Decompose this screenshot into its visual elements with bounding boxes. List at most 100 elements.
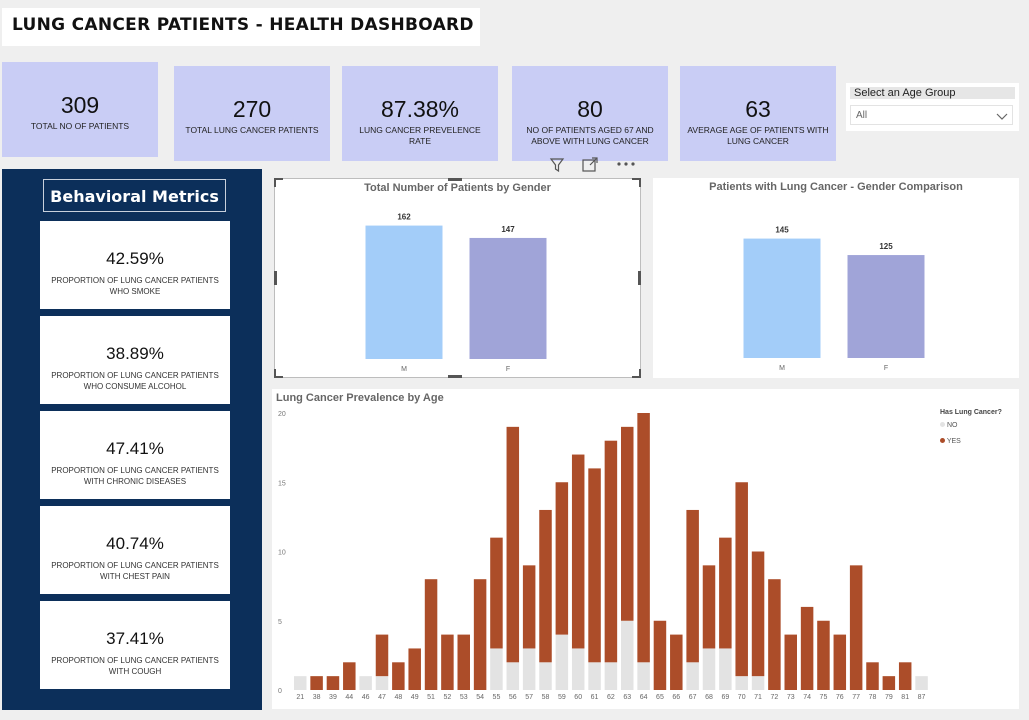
- lung-cancer-gender-panel[interactable]: Patients with Lung Cancer - Gender Compa…: [653, 178, 1019, 378]
- bar-yes-age-79: [882, 676, 896, 690]
- x-tick-label: 68: [705, 694, 713, 701]
- x-tick-label: 53: [460, 694, 468, 701]
- x-tick-label: 71: [754, 694, 762, 701]
- x-tick-label: 58: [542, 694, 550, 701]
- bar-yes-age-77: [849, 565, 863, 690]
- x-tick-label: 38: [313, 694, 321, 701]
- bar-m: [365, 225, 443, 359]
- bar-yes-age-38: [310, 676, 323, 690]
- x-tick-label: 54: [476, 694, 484, 701]
- bar-yes-age-67: [686, 509, 699, 663]
- filter-icon[interactable]: [549, 156, 565, 179]
- bar-no-age-58: [539, 662, 552, 690]
- metric-label: PROPORTION OF LUNG CANCER PATIENTS WITH …: [51, 466, 219, 486]
- gender-chart-panel[interactable]: Total Number of Patients by Gender 162 M 1…: [274, 178, 641, 378]
- prevalence-by-age-panel[interactable]: Lung Cancer Prevalence by Age Has Lung C…: [272, 389, 1019, 709]
- bar-f: [847, 255, 925, 358]
- x-tick-label: M: [401, 366, 407, 373]
- metric-label: PROPORTION OF LUNG CANCER PATIENTS WHO S…: [51, 276, 219, 296]
- y-tick-label: 10: [278, 550, 286, 557]
- chevron-down-icon: [996, 108, 1008, 128]
- kpi-value: 309: [60, 92, 100, 118]
- slicer-title: Select an Age Group: [850, 87, 1015, 99]
- data-label: 125: [879, 242, 893, 251]
- bar-no-age-56: [506, 662, 520, 690]
- bar-no-age-55: [490, 648, 503, 690]
- bar-yes-age-54: [473, 579, 487, 690]
- bar-yes-age-61: [588, 468, 601, 663]
- bar-yes-age-66: [670, 634, 683, 690]
- age-group-slicer: Select an Age Group All: [846, 83, 1019, 131]
- x-tick-label: 75: [820, 694, 828, 701]
- x-tick-label: 47: [378, 694, 386, 701]
- metric-value: 38.89%: [106, 344, 164, 363]
- x-tick-label: 65: [656, 694, 664, 701]
- bar-yes-age-49: [408, 648, 421, 690]
- bar-yes-age-59: [555, 482, 569, 635]
- age-group-dropdown[interactable]: All: [850, 105, 1013, 125]
- kpi-aged-67-above: 80 NO OF PATIENTS AGED 67 AND ABOVE WITH…: [512, 66, 668, 161]
- bar-yes-age-53: [457, 634, 470, 690]
- x-tick-label: 56: [509, 694, 517, 701]
- more-options-icon[interactable]: [615, 156, 637, 174]
- kpi-value: 270: [232, 96, 272, 122]
- metric-value: 42.59%: [106, 249, 164, 268]
- metric-value: 40.74%: [106, 534, 164, 553]
- prevalence-stacked-bar-chart: 0 5 10 15 20 21 38 39 44 46 47 48 49 51 52 53 54 55 56 57 58…: [278, 411, 928, 701]
- kpi-label: TOTAL NO OF PATIENTS: [30, 121, 130, 131]
- bar-no-age-68: [702, 648, 716, 690]
- kpi-label: LUNG CANCER PREVELENCE RATE: [359, 125, 481, 146]
- bar-yes-age-70: [735, 482, 748, 677]
- behavioral-metrics-title: Behavioral Metrics: [43, 179, 226, 212]
- bar-no-age-60: [571, 648, 585, 690]
- kpi-lung-cancer-patients: 270 TOTAL LUNG CANCER PATIENTS: [174, 66, 330, 161]
- x-tick-label: 67: [689, 694, 697, 701]
- x-tick-label: 21: [296, 694, 304, 701]
- kpi-label: AVERAGE AGE OF PATIENTS WITH LUNG CANCER: [687, 125, 829, 146]
- kpi-value: 87.38%: [380, 96, 459, 122]
- bar-yes-age-51: [424, 579, 438, 690]
- bar-yes-age-68: [702, 565, 716, 649]
- focus-mode-icon[interactable]: [581, 156, 599, 179]
- bar-yes-age-75: [817, 620, 830, 690]
- bar-no-age-59: [555, 634, 569, 690]
- y-tick-label: 5: [278, 619, 282, 626]
- bar-yes-age-63: [621, 426, 634, 621]
- metric-label: PROPORTION OF LUNG CANCER PATIENTS WHO C…: [51, 371, 219, 391]
- x-tick-label: 63: [623, 694, 631, 701]
- dropdown-value: All: [856, 110, 868, 121]
- lung-cancer-gender-bar-chart: 145 M 125 F: [743, 226, 925, 372]
- bar-yes-age-55: [490, 537, 503, 649]
- kpi-label: TOTAL LUNG CANCER PATIENTS: [185, 125, 319, 135]
- bar-yes-age-74: [800, 606, 814, 690]
- bar-no-age-46: [359, 676, 372, 690]
- metric-card-chest-pain: 40.74% PROPORTION OF LUNG CANCER PATIENT…: [40, 506, 230, 594]
- bar-no-age-71: [751, 676, 765, 690]
- bar-yes-age-47: [375, 634, 389, 677]
- bar-yes-age-64: [637, 413, 650, 663]
- bar-yes-age-76: [833, 634, 847, 690]
- x-tick-label: 57: [525, 694, 533, 701]
- x-tick-label: M: [779, 365, 785, 372]
- dashboard-title: LUNG CANCER PATIENTS - HEALTH DASHBOARD: [12, 15, 474, 35]
- x-tick-label: 78: [869, 694, 877, 701]
- bar-no-age-62: [604, 662, 618, 690]
- metric-value: 37.41%: [106, 629, 164, 648]
- metric-value: 47.41%: [106, 439, 164, 458]
- x-tick-label: 61: [591, 694, 599, 701]
- y-tick-label: 0: [278, 688, 282, 695]
- dashboard-title-box: LUNG CANCER PATIENTS - HEALTH DASHBOARD: [2, 8, 480, 46]
- bar-f: [469, 237, 547, 359]
- bar-yes-age-57: [522, 565, 536, 649]
- bar-no-age-61: [588, 662, 601, 690]
- x-tick-label: 74: [803, 694, 811, 701]
- x-tick-label: 76: [836, 694, 844, 701]
- bar-no-age-63: [621, 620, 634, 690]
- gender-bar-chart: 162 M 147 F: [365, 213, 547, 373]
- bar-no-age-69: [719, 648, 732, 690]
- bar-yes-age-65: [653, 620, 667, 690]
- bar-no-age-70: [735, 676, 748, 690]
- x-tick-label: 44: [345, 694, 353, 701]
- kpi-total-patients: 309 TOTAL NO OF PATIENTS: [2, 62, 158, 157]
- data-label: 147: [501, 225, 515, 234]
